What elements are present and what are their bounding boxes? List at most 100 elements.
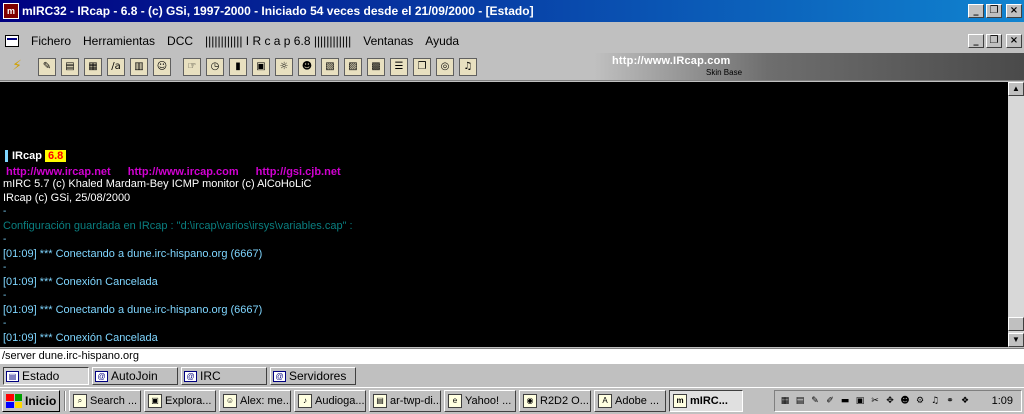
scroll-up-icon[interactable]: ▲ xyxy=(1008,82,1024,96)
channel-icon: @ xyxy=(95,370,108,382)
bell-icon[interactable]: ♫ xyxy=(459,57,477,76)
task-search[interactable]: ⌕ Search ... xyxy=(69,390,141,412)
colors-icon[interactable]: ▮ xyxy=(229,57,247,76)
pencil-icon[interactable]: ✎ xyxy=(808,394,822,408)
mirc-app-icon[interactable]: m xyxy=(3,3,19,19)
start-label: Inicio xyxy=(25,394,57,408)
cascade-icon[interactable]: ❐ xyxy=(413,57,431,76)
status-window[interactable]: IRcap 6.8 http://www.ircap.net http://ww… xyxy=(0,82,1008,347)
send-icon[interactable]: ☞ xyxy=(183,57,201,76)
link-gsi[interactable]: http://gsi.cjb.net xyxy=(256,166,341,178)
message-line: [01:09] *** Conectando a dune.irc-hispan… xyxy=(3,304,263,316)
clock-icon[interactable]: ◷ xyxy=(206,57,224,76)
task-label: Audioga... xyxy=(315,395,365,407)
switch-label: Estado xyxy=(22,369,60,383)
profile-icon[interactable]: ☻ xyxy=(298,57,316,76)
clock: 1:09 xyxy=(991,395,1013,407)
child-minimize-button[interactable]: _ xyxy=(968,34,984,48)
task-label: Explora... xyxy=(165,395,212,407)
away-icon[interactable]: ☼ xyxy=(275,57,293,76)
link-line: http://www.ircap.net http://www.ircap.co… xyxy=(6,166,355,178)
child-restore-button[interactable]: ❐ xyxy=(986,34,1002,48)
connection-icon[interactable]: ⚭ xyxy=(943,394,957,408)
folder-icon[interactable]: ▤ xyxy=(61,57,79,76)
channels-list-icon[interactable]: /a xyxy=(107,57,125,76)
log-icon[interactable]: ▣ xyxy=(252,57,270,76)
ircap-logo: IRcap 6.8 xyxy=(5,150,67,162)
menu-dcc[interactable]: DCC xyxy=(161,34,199,48)
scroll-down-icon[interactable]: ▼ xyxy=(1008,333,1024,347)
options-icon[interactable]: ✎ xyxy=(38,57,56,76)
task-explorer[interactable]: ▣ Explora... xyxy=(144,390,216,412)
tile-horizontal-icon[interactable]: ☰ xyxy=(390,57,408,76)
tools-icon[interactable]: ✂ xyxy=(868,394,882,408)
menu-herramientas[interactable]: Herramientas xyxy=(77,34,161,48)
restore-button[interactable]: ❐ xyxy=(986,4,1002,18)
user-icon[interactable]: ☻ xyxy=(898,394,912,408)
mirc-icon: m xyxy=(673,394,687,408)
windows-logo-icon xyxy=(6,394,22,408)
help-lifebuoy-icon[interactable]: ◎ xyxy=(436,57,454,76)
link-ircap-net[interactable]: http://www.ircap.net xyxy=(6,166,111,178)
switch-estado[interactable]: ▤ Estado xyxy=(3,367,89,385)
menu-ircap[interactable]: |||||||||||| I R c a p 6.8 |||||||||||| xyxy=(199,34,357,48)
close-button[interactable]: × xyxy=(1006,4,1022,18)
command-input[interactable]: /server dune.irc-hispano.org xyxy=(0,348,1024,364)
document-icon: ▤ xyxy=(373,394,387,408)
browser-icon: e xyxy=(448,394,462,408)
link-ircap-com[interactable]: http://www.ircap.com xyxy=(128,166,239,178)
switch-autojoin[interactable]: @ AutoJoin xyxy=(92,367,178,385)
script-icon[interactable]: ▨ xyxy=(344,57,362,76)
explorer-icon: ▣ xyxy=(148,394,162,408)
search-icon: ⌕ xyxy=(73,394,87,408)
dcc-icon[interactable]: ▧ xyxy=(321,57,339,76)
task-yahoo[interactable]: e Yahoo! ... xyxy=(444,390,516,412)
mirc-credit-line: mIRC 5.7 (c) Khaled Mardam-Bey ICMP moni… xyxy=(3,178,312,190)
task-ar-twp[interactable]: ▤ ar-twp-di... xyxy=(369,390,441,412)
task-label: Alex: me... xyxy=(240,395,291,407)
separator: - xyxy=(3,290,7,301)
title-bar[interactable]: m mIRC32 - IRcap - 6.8 - (c) GSi, 1997-2… xyxy=(0,0,1024,22)
volume-icon[interactable]: ♫ xyxy=(928,394,942,408)
child-window-controls: _ ❐ × xyxy=(968,34,1022,48)
child-close-button[interactable]: × xyxy=(1006,34,1022,48)
minimize-button[interactable]: _ xyxy=(968,4,984,18)
start-button[interactable]: Inicio xyxy=(2,390,60,412)
network-icon[interactable]: ▦ xyxy=(778,394,792,408)
window-title: mIRC32 - IRcap - 6.8 - (c) GSi, 1997-200… xyxy=(22,4,534,18)
task-alex[interactable]: ☺ Alex: me... xyxy=(219,390,291,412)
move-icon[interactable]: ✥ xyxy=(883,394,897,408)
calendar-icon[interactable]: ▤ xyxy=(793,394,807,408)
menu-fichero[interactable]: Fichero xyxy=(25,34,77,48)
logo-version: 6.8 xyxy=(44,150,67,162)
address-book-icon[interactable]: ▦ xyxy=(84,57,102,76)
child-window-icon[interactable] xyxy=(5,35,19,47)
task-adobe[interactable]: A Adobe ... xyxy=(594,390,666,412)
task-r2d2[interactable]: ◉ R2D2 O... xyxy=(519,390,591,412)
task-audiogalaxy[interactable]: ♪ Audioga... xyxy=(294,390,366,412)
separator: - xyxy=(3,206,7,217)
menu-ayuda[interactable]: Ayuda xyxy=(419,34,465,48)
grid-icon[interactable]: ▩ xyxy=(367,57,385,76)
skin-logo: http://www.IRcap.com xyxy=(612,55,731,67)
task-mirc[interactable]: m mIRC... xyxy=(669,390,743,412)
folder-icon[interactable]: ▣ xyxy=(853,394,867,408)
notify-list-icon[interactable]: ▥ xyxy=(130,57,148,76)
task-label: Yahoo! ... xyxy=(465,395,512,407)
brush-icon[interactable]: ✐ xyxy=(823,394,837,408)
audiogalaxy-icon: ♪ xyxy=(298,394,312,408)
menu-bar: Fichero Herramientas DCC |||||||||||| I … xyxy=(0,31,1024,51)
gift-icon[interactable]: ❖ xyxy=(958,394,972,408)
disk-icon[interactable]: ▬ xyxy=(838,394,852,408)
settings-icon[interactable]: ⚙ xyxy=(913,394,927,408)
taskbar-divider xyxy=(64,391,66,411)
menu-ventanas[interactable]: Ventanas xyxy=(357,34,419,48)
connect-icon[interactable]: ⚡ xyxy=(8,58,26,76)
switch-servidores[interactable]: @ Servidores xyxy=(270,367,356,385)
scroll-thumb[interactable] xyxy=(1008,317,1024,331)
switch-irc[interactable]: @ IRC xyxy=(181,367,267,385)
separator: - xyxy=(3,262,7,273)
toolbar: ⚡ ✎ ▤ ▦ /a ▥ ☺ ☞ ◷ ▮ ▣ ☼ ☻ ▧ ▨ ▩ ☰ ❐ ◎ ♫… xyxy=(0,53,1024,81)
chat-scrollbar[interactable]: ▲ ▼ xyxy=(1008,82,1024,347)
users-icon[interactable]: ☺ xyxy=(153,57,171,76)
